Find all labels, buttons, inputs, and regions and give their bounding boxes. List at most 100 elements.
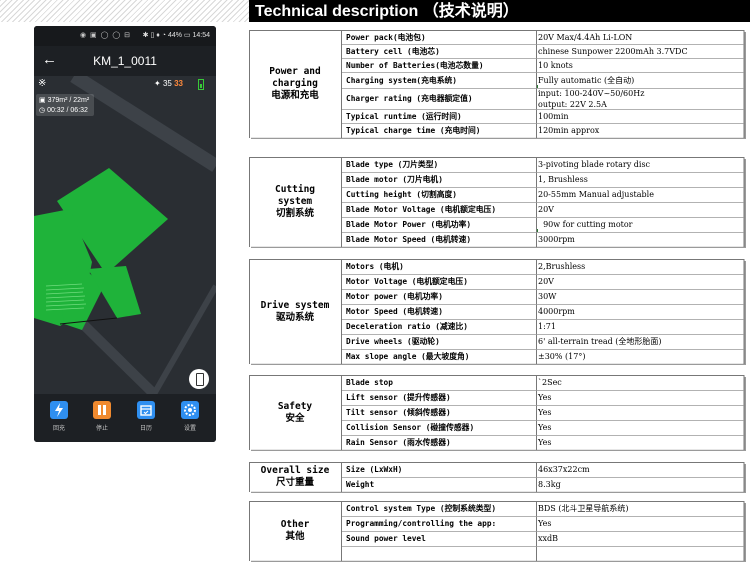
spec-key: Collision Sensor (碰撞传感器) — [346, 423, 475, 432]
mowing-map[interactable] — [34, 76, 216, 394]
spec-row: Power pack(电池包) 20V Max/4.4Ah Li-LON — [341, 30, 746, 44]
spec-value-line: `2Sec — [538, 378, 562, 387]
phone-mode-icon[interactable] — [189, 369, 209, 389]
nav-recharge-button[interactable]: 回充 — [39, 401, 79, 432]
spec-value: Fully automatic (全自动) — [536, 72, 746, 88]
spec-row: Rain Sensor (雨水传感器) Yes — [341, 435, 746, 450]
spec-row: Lift sensor (提升传感器) Yes — [341, 390, 746, 405]
spec-row: Motors (电机) 2,Brushless — [341, 259, 746, 274]
lightning-icon — [50, 401, 68, 419]
info-bar: ※ ✦ 35 33 ▣ 379m² / 22m² ◷ 00:32 / 06:32 — [34, 76, 216, 116]
bluetooth-icon: ※ — [38, 78, 47, 89]
spec-value: Yes — [536, 516, 746, 531]
battery-icon — [198, 79, 204, 90]
app-bar: ← KM_1_0011 — [34, 46, 216, 76]
spec-row: Drive wheels (驱动轮) 6' all-terrain tread (… — [341, 334, 746, 349]
spec-value: 10 knots — [536, 58, 746, 72]
spec-value: Yes — [536, 420, 746, 435]
spec-row: Charging system(充电系统) Fully automatic (全自… — [341, 72, 746, 88]
spec-value-line: Yes — [538, 438, 552, 447]
spec-row: Blade Motor Power (电机功率) 90w for cutting… — [341, 217, 746, 232]
spec-value-line: 3-pivoting blade rotary disc — [538, 160, 651, 169]
spec-value: 8.3kg — [536, 477, 746, 492]
spec-value: 20V — [536, 202, 746, 217]
page-title: Technical description （技术说明） — [249, 0, 750, 22]
section-label: Drive system 驱动系统 — [249, 259, 341, 364]
spec-row: Battery cell (电池芯) chinese Sunpower 2200m… — [341, 44, 746, 58]
spec-key: Motor Voltage (电机额定电压) — [346, 277, 468, 286]
spec-row: Charger rating (充电器额定值) input: 100-240V~5… — [341, 88, 746, 109]
spec-row: Max slope angle (最大坡度角) ±30% (17°) — [341, 349, 746, 364]
spec-value: 20-55mm Manual adjustable — [536, 187, 746, 202]
nav-calendar-button[interactable]: 日历 — [126, 401, 166, 432]
spec-value: 4000rpm — [536, 304, 746, 319]
spec-row: Weight 8.3kg — [341, 477, 746, 492]
spec-value: input: 100-240V~50/60Hz output: 22V 2.5A — [536, 88, 746, 109]
spec-row: Blade stop `2Sec — [341, 375, 746, 390]
spec-row: Blade type (刀片类型) 3-pivoting blade rotary… — [341, 157, 746, 172]
spec-row: Blade Motor Speed (电机转速) 3000rpm — [341, 232, 746, 247]
spec-value-line: 20-55mm Manual adjustable — [538, 190, 654, 199]
spec-value-line: 3000rpm — [538, 235, 575, 244]
spec-row: Motor Speed (电机转速) 4000rpm — [341, 304, 746, 319]
spec-value-line: 4000rpm — [538, 307, 575, 316]
spec-key — [341, 546, 536, 561]
phone-screenshot: ◉ ▣ ◯ ◯ ⊟ ✱ ▯ ♦ ◔ 44% ▭ 14:54 ← KM_1_001… — [34, 26, 216, 442]
spec-value-line: 1, Brushless — [538, 175, 588, 184]
section-label: Safety 安全 — [249, 375, 341, 450]
spec-row: Typical charge time (充电时间) 120min approx — [341, 123, 746, 138]
battery-value: 33 — [174, 79, 183, 88]
spec-key: Control system Type (控制系统类型) — [346, 504, 497, 513]
spec-value: 20V Max/4.4Ah Li-LON — [536, 30, 746, 44]
spec-value-line: 90w for cutting motor — [538, 220, 633, 229]
spec-key: Motors (电机) — [346, 262, 404, 271]
spec-key: Lift sensor (提升传感器) — [346, 393, 451, 402]
bottom-nav: 回充 停止 日历 设置 — [34, 394, 216, 442]
spec-value-line: output: 22V 2.5A — [538, 99, 607, 109]
nav-recharge-label: 回充 — [52, 426, 65, 432]
spec-key: Deceleration ratio (减速比) — [346, 322, 468, 331]
spec-value-line: Yes — [538, 519, 552, 528]
time-value: 00:32 / 06:32 — [47, 107, 88, 114]
nav-stop-button[interactable]: 停止 — [82, 401, 122, 432]
spec-value: 1, Brushless — [536, 172, 746, 187]
spec-value: 2,Brushless — [536, 259, 746, 274]
spec-key: Blade motor (刀片电机) — [346, 175, 443, 184]
signal-value: 35 — [162, 79, 172, 88]
time-readout: ◷ 00:32 / 06:32 — [39, 107, 88, 114]
spec-row — [341, 546, 746, 561]
spec-value — [536, 546, 746, 561]
spec-key: Blade Motor Voltage (电机额定电压) — [346, 205, 497, 214]
spec-value: 3000rpm — [536, 232, 746, 247]
nav-settings-button[interactable]: 设置 — [170, 401, 210, 432]
spec-key: Number of Batteries(电池芯数量) — [346, 60, 484, 70]
status-icons-left: ◉ ▣ ◯ ◯ ⊟ — [80, 32, 132, 39]
spec-value-line: 20V — [538, 277, 554, 286]
spec-key: Blade Motor Power (电机功率) — [346, 220, 472, 229]
spec-value-line: 1:71 — [538, 322, 556, 331]
spec-value-line: chinese Sunpower 2200mAh 3.7VDC — [538, 46, 688, 56]
spec-section: Cutting system 切割系统 Blade type (刀片类型) 3-pi… — [249, 157, 746, 248]
spec-value-line: 30W — [538, 292, 557, 301]
spec-row: Sound power level xxdB — [341, 531, 746, 546]
spec-value: Yes — [536, 435, 746, 450]
status-bar: ◉ ▣ ◯ ◯ ⊟ ✱ ▯ ♦ ◔ 44% ▭ 14:54 — [34, 26, 216, 46]
spec-value-line: xxdB — [538, 534, 559, 543]
spec-section: Power and charging 电源和充电 Power pack(电池包) 2… — [249, 30, 746, 139]
status-icons-right: ✱ ▯ ♦ ◔ 44% ▭ 14:54 — [142, 32, 210, 39]
spec-row: Control system Type (控制系统类型) BDS (北斗卫星导航系… — [341, 501, 746, 516]
spec-value-line: 20V Max/4.4Ah Li-LON — [538, 32, 633, 42]
spec-value-line: 120min approx — [538, 126, 600, 135]
spec-value-line: Yes — [538, 393, 552, 402]
signal-readout: ✦ 35 33 — [154, 79, 183, 88]
spec-section: Other 其他 Control system Type (控制系统类型) BDS … — [249, 501, 746, 562]
spec-section: Safety 安全 Blade stop `2Sec Lift sensor (提升传… — [249, 375, 746, 451]
spec-value-line: Yes — [538, 408, 552, 417]
spec-value-line: Yes — [538, 423, 552, 432]
spec-row: Collision Sensor (碰撞传感器) Yes — [341, 420, 746, 435]
spec-key: Motor Speed (电机转速) — [346, 307, 443, 316]
spec-row: Blade motor (刀片电机) 1, Brushless — [341, 172, 746, 187]
mowing-stats: ▣ 379m² / 22m² ◷ 00:32 / 06:32 — [36, 94, 94, 116]
spec-key: Drive wheels (驱动轮) — [346, 337, 440, 346]
section-label: Overall size 尺寸重量 — [249, 462, 341, 492]
